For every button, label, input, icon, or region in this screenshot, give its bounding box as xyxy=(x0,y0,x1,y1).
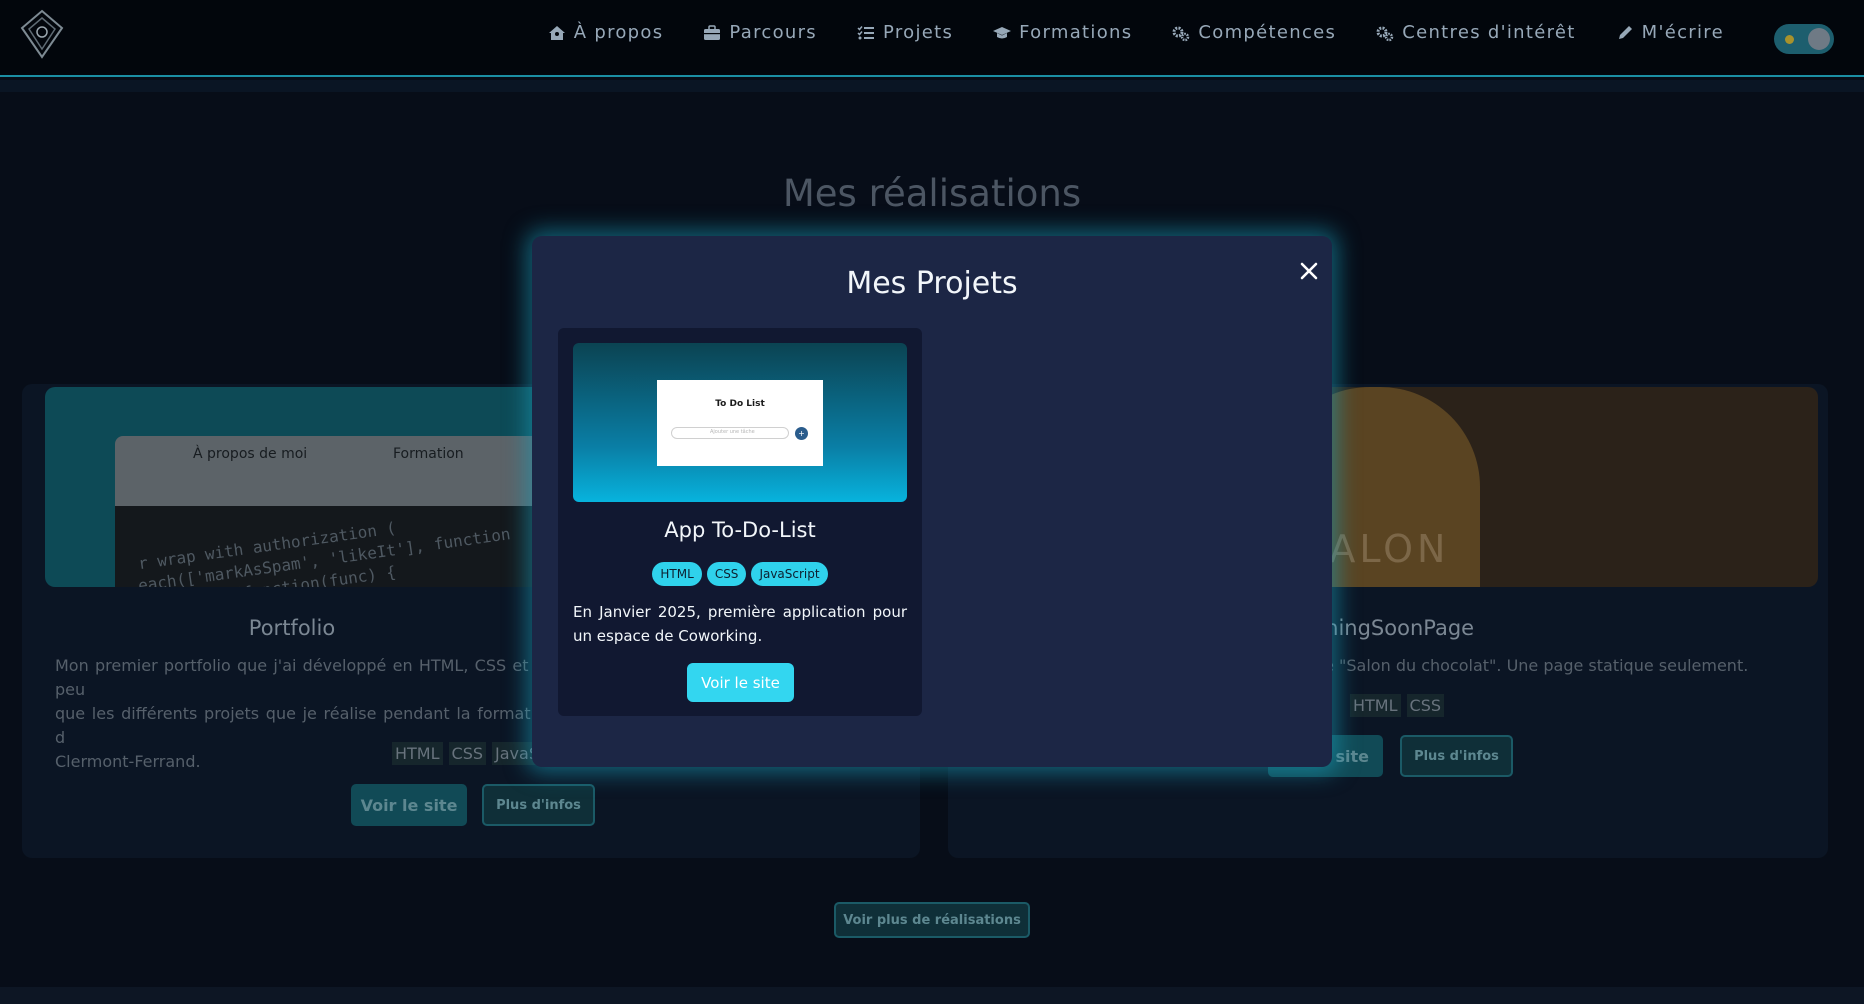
nav-item-label: À propos xyxy=(573,22,664,43)
tag-html: HTML xyxy=(652,562,702,586)
project-name: App To-Do-List xyxy=(664,518,816,542)
tag: CSS xyxy=(448,742,487,765)
description-line: Mon premier portfolio que j'ai développé… xyxy=(55,656,555,699)
projects-modal: Mes Projets To Do List Ajouter une tâche… xyxy=(532,236,1332,767)
nav-item-centres-interet[interactable]: Centres d'intérêt xyxy=(1376,22,1575,43)
nav-item-label: Formations xyxy=(1019,22,1133,43)
tag: CSS xyxy=(1406,694,1445,717)
nav-item-competences[interactable]: Compétences xyxy=(1172,22,1336,43)
nav-item-a-propos[interactable]: À propos xyxy=(548,22,664,43)
nav-item-label: Compétences xyxy=(1198,22,1337,43)
nav-item-m-ecrire[interactable]: M'écrire xyxy=(1616,22,1724,43)
briefcase-icon xyxy=(704,24,721,40)
nav-item-formations[interactable]: Formations xyxy=(993,22,1132,43)
preview-tab: À propos de moi xyxy=(193,446,308,462)
more-info-button[interactable]: Plus d'infos xyxy=(1400,735,1513,777)
project-description: En Janvier 2025, première application po… xyxy=(573,603,907,645)
nav-item-projets[interactable]: Projets xyxy=(857,22,953,43)
footer xyxy=(0,987,1864,1004)
modal-title: Mes Projets xyxy=(846,266,1018,301)
visit-site-button[interactable]: Voir le site xyxy=(687,663,794,702)
nav-item-label: M'écrire xyxy=(1641,22,1724,43)
nav-item-label: Parcours xyxy=(729,22,817,43)
graduation-cap-icon xyxy=(993,26,1012,38)
gears-icon xyxy=(1172,26,1190,41)
navbar: À propos Parcours Projets Formations Com… xyxy=(0,0,1864,92)
tag: HTML xyxy=(392,742,443,765)
toggle-knob xyxy=(1808,28,1830,50)
preview-input: Ajouter une tâche xyxy=(671,427,789,439)
card-description: r le "Salon du chocolat". Une page stati… xyxy=(1308,656,1749,675)
card-title: mingSoonPage xyxy=(1318,616,1475,640)
house-user-icon xyxy=(548,25,565,40)
tag-javascript: JavaScript xyxy=(751,562,828,586)
more-projects-button[interactable]: Voir plus de réalisations xyxy=(834,902,1030,938)
section-title: Mes réalisations xyxy=(782,172,1082,215)
preview-placeholder: Ajouter une tâche xyxy=(710,429,755,435)
add-icon: + xyxy=(795,427,808,440)
tag-css: CSS xyxy=(706,562,747,586)
more-info-button[interactable]: Plus d'infos xyxy=(482,784,595,826)
project-card-todo: To Do List Ajouter une tâche + App To-Do… xyxy=(558,328,922,716)
close-icon[interactable] xyxy=(1294,256,1324,286)
tag-list: HTML CSS xyxy=(1350,694,1445,717)
card-title: Portfolio xyxy=(248,616,336,640)
visit-site-button[interactable]: Voir le site xyxy=(351,784,467,826)
theme-toggle[interactable] xyxy=(1774,24,1834,54)
nav-item-label: Centres d'intérêt xyxy=(1402,22,1576,43)
tag: HTML xyxy=(1350,694,1401,717)
nav-item-parcours[interactable]: Parcours xyxy=(703,22,817,43)
preview-title: To Do List xyxy=(715,399,765,409)
gears-icon xyxy=(1376,26,1394,41)
tag-list: HTML CSS JavaScript xyxy=(558,562,922,586)
pencil-icon xyxy=(1618,25,1632,39)
preview-tab: Formation xyxy=(393,446,464,462)
nav-item-label: Projets xyxy=(882,22,954,43)
list-check-icon xyxy=(857,25,874,39)
logo-icon[interactable] xyxy=(18,8,66,60)
nav-menu: À propos Parcours Projets Formations Com… xyxy=(548,22,1724,43)
project-image[interactable]: To Do List Ajouter une tâche + xyxy=(573,343,907,502)
todo-preview-window: To Do List Ajouter une tâche + xyxy=(657,380,823,466)
sun-icon xyxy=(1785,35,1794,44)
